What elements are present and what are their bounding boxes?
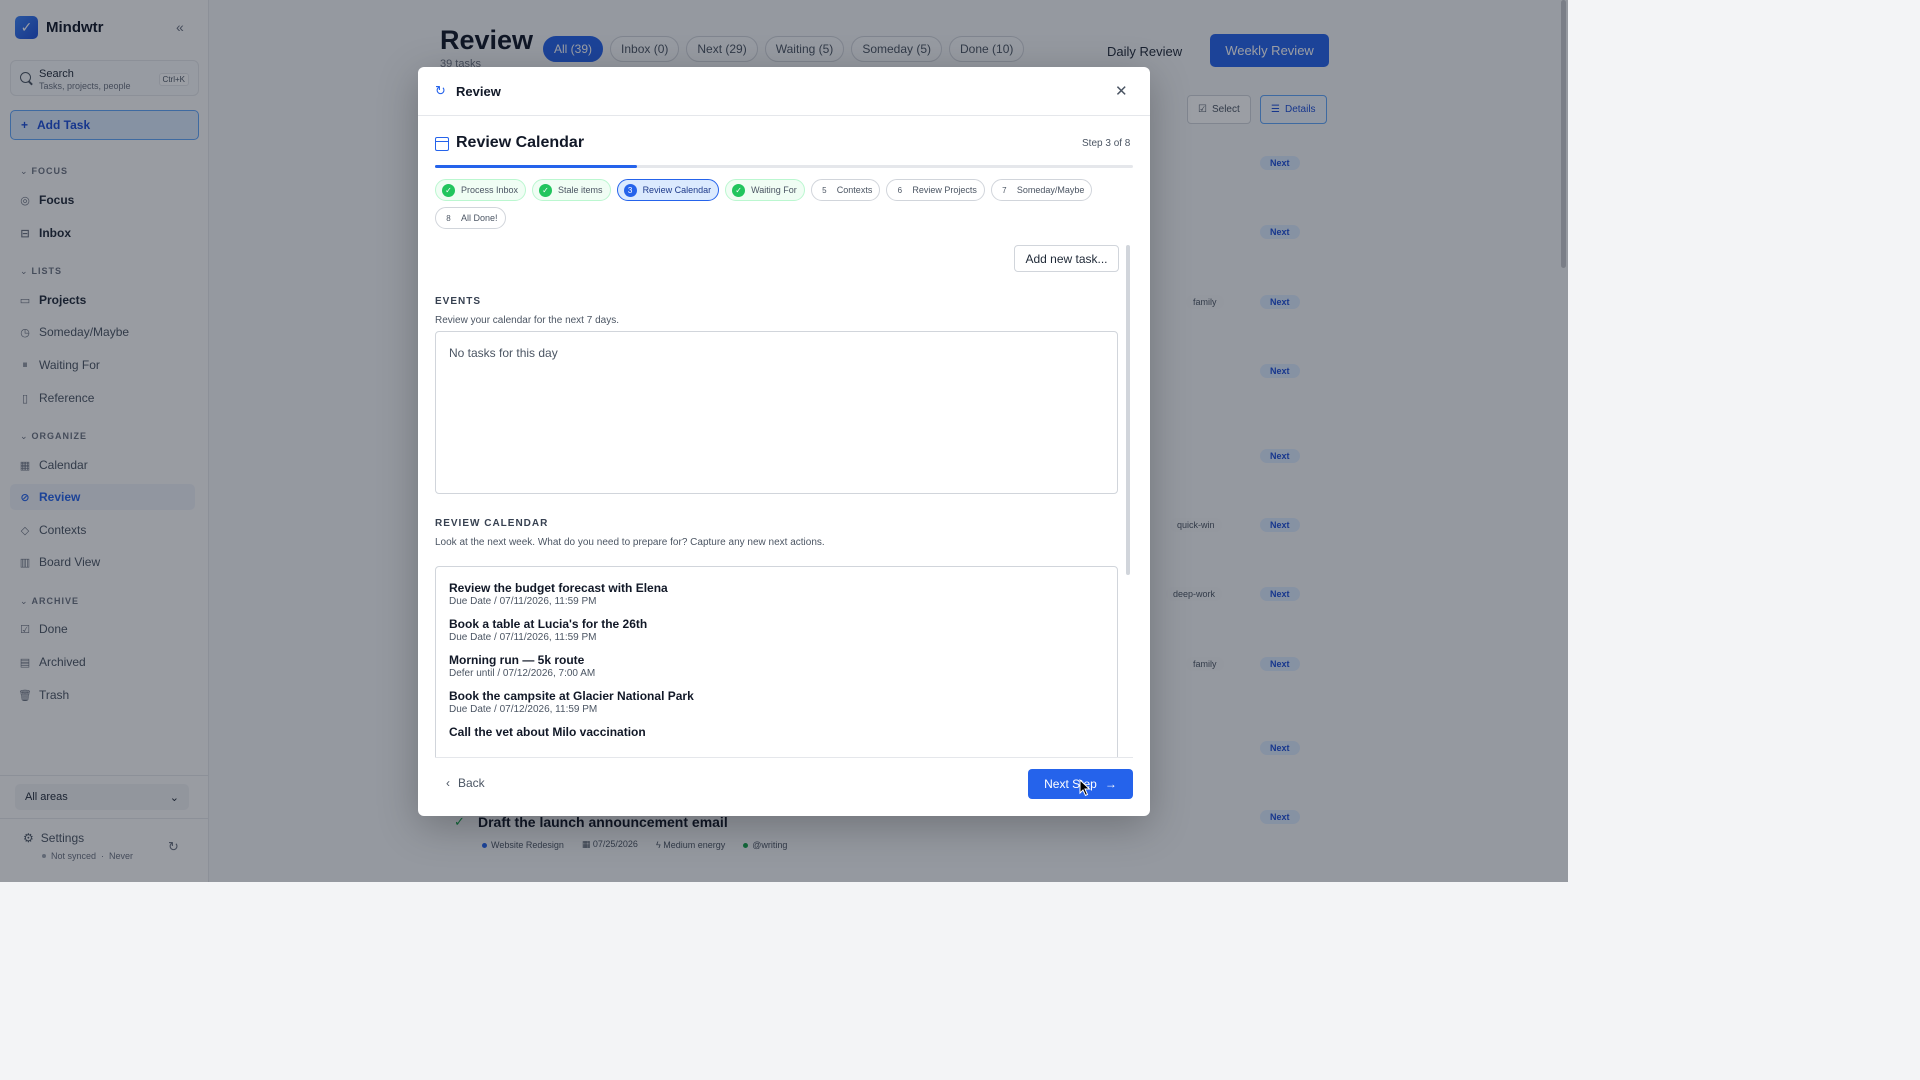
- calendar-icon: [435, 137, 449, 151]
- step-number: 5: [822, 185, 827, 195]
- back-label: Back: [458, 776, 485, 790]
- modal-header: ↻ Review ✕: [418, 67, 1150, 116]
- list-item[interactable]: Book the campsite at Glacier National Pa…: [449, 689, 694, 715]
- item-detail: Due Date / 07/11/2026, 11:59 PM: [449, 632, 597, 643]
- step-pill[interactable]: 6 Review Projects: [886, 179, 985, 201]
- modal-title: Review: [456, 84, 501, 99]
- footer-divider: [435, 757, 1133, 758]
- events-label: EVENTS: [435, 296, 482, 307]
- step-label: Waiting For: [751, 185, 797, 195]
- review-modal: ↻ Review ✕ Review Calendar Step 3 of 8 ✓…: [418, 67, 1150, 816]
- chevron-left-icon: ‹: [446, 776, 450, 790]
- step-label: Stale items: [558, 185, 603, 195]
- step-pill[interactable]: 7 Someday/Maybe: [990, 179, 1093, 201]
- calendar-description: Look at the next week. What do you need …: [435, 537, 825, 548]
- step-number: 3: [623, 183, 637, 197]
- step-pills: ✓ Process Inbox ✓ Stale items 3 Review Calend…: [435, 179, 1125, 229]
- modal-scrollbar[interactable]: [1126, 245, 1130, 575]
- modal-body: Add new task... EVENTS Review your calen…: [418, 231, 1150, 757]
- step-pill[interactable]: ✓ Process Inbox: [435, 179, 527, 201]
- check-circle-icon: ✓: [442, 183, 455, 197]
- item-title: Morning run — 5k route: [449, 653, 585, 667]
- back-button[interactable]: ‹ Back: [446, 776, 485, 790]
- item-title: Review the budget forecast with Elena: [449, 581, 668, 595]
- step-count: Step 3 of 8: [1082, 138, 1131, 149]
- item-title: Book the campsite at Glacier National Pa…: [449, 689, 694, 703]
- list-item[interactable]: Morning run — 5k route Defer until / 07/1…: [449, 653, 595, 679]
- step-pill[interactable]: 3 Review Calendar: [616, 179, 720, 201]
- mouse-cursor-icon: [1079, 779, 1091, 797]
- step-label: Review Projects: [912, 185, 977, 195]
- arrow-right-icon: →: [1104, 777, 1117, 791]
- add-new-task-button[interactable]: Add new task...: [1014, 245, 1119, 272]
- item-title: Call the vet about Milo vaccination: [449, 725, 646, 739]
- step-pill[interactable]: ✓ Stale items: [532, 179, 611, 201]
- step-number: 8: [446, 213, 451, 223]
- step-label: Someday/Maybe: [1016, 185, 1085, 195]
- item-detail: Due Date / 07/11/2026, 11:59 PM: [449, 596, 597, 607]
- check-circle-icon: ✓: [539, 183, 553, 197]
- close-icon[interactable]: ✕: [1115, 82, 1128, 100]
- modal-footer: ‹ Back Next Step →: [418, 757, 1150, 816]
- calendar-list: Review the budget forecast with Elena Due…: [435, 566, 1118, 757]
- item-title: Book a table at Lucia's for the 26th: [449, 617, 648, 631]
- step-number: 6: [897, 185, 903, 195]
- events-empty-text: No tasks for this day: [449, 346, 558, 360]
- refresh-icon: ↻: [435, 83, 446, 98]
- step-title: Review Calendar: [456, 134, 585, 151]
- list-item[interactable]: Review the budget forecast with Elena Due…: [449, 581, 668, 607]
- step-label: Process Inbox: [461, 185, 519, 195]
- check-circle-icon: ✓: [732, 183, 746, 197]
- step-label: All Done!: [461, 213, 498, 223]
- list-item[interactable]: Call the vet about Milo vaccination: [449, 725, 646, 740]
- events-list: No tasks for this day: [435, 331, 1118, 494]
- item-detail: Due Date / 07/12/2026, 11:59 PM: [449, 704, 598, 715]
- item-detail: Defer until / 07/12/2026, 7:00 AM: [449, 668, 596, 679]
- step-pill[interactable]: 8 All Done!: [435, 207, 506, 229]
- step-pill[interactable]: 5 Contexts: [810, 179, 881, 201]
- step-pill[interactable]: ✓ Waiting For: [725, 179, 805, 201]
- calendar-label: REVIEW CALENDAR: [435, 518, 549, 529]
- list-item[interactable]: Book a table at Lucia's for the 26th Due …: [449, 617, 647, 643]
- step-number: 7: [1002, 185, 1007, 195]
- step-label: Review Calendar: [642, 185, 712, 195]
- events-description: Review your calendar for the next 7 days…: [435, 315, 619, 326]
- step-label: Contexts: [836, 185, 873, 195]
- progress-fill: [435, 165, 638, 168]
- progress-bar: [435, 165, 1133, 168]
